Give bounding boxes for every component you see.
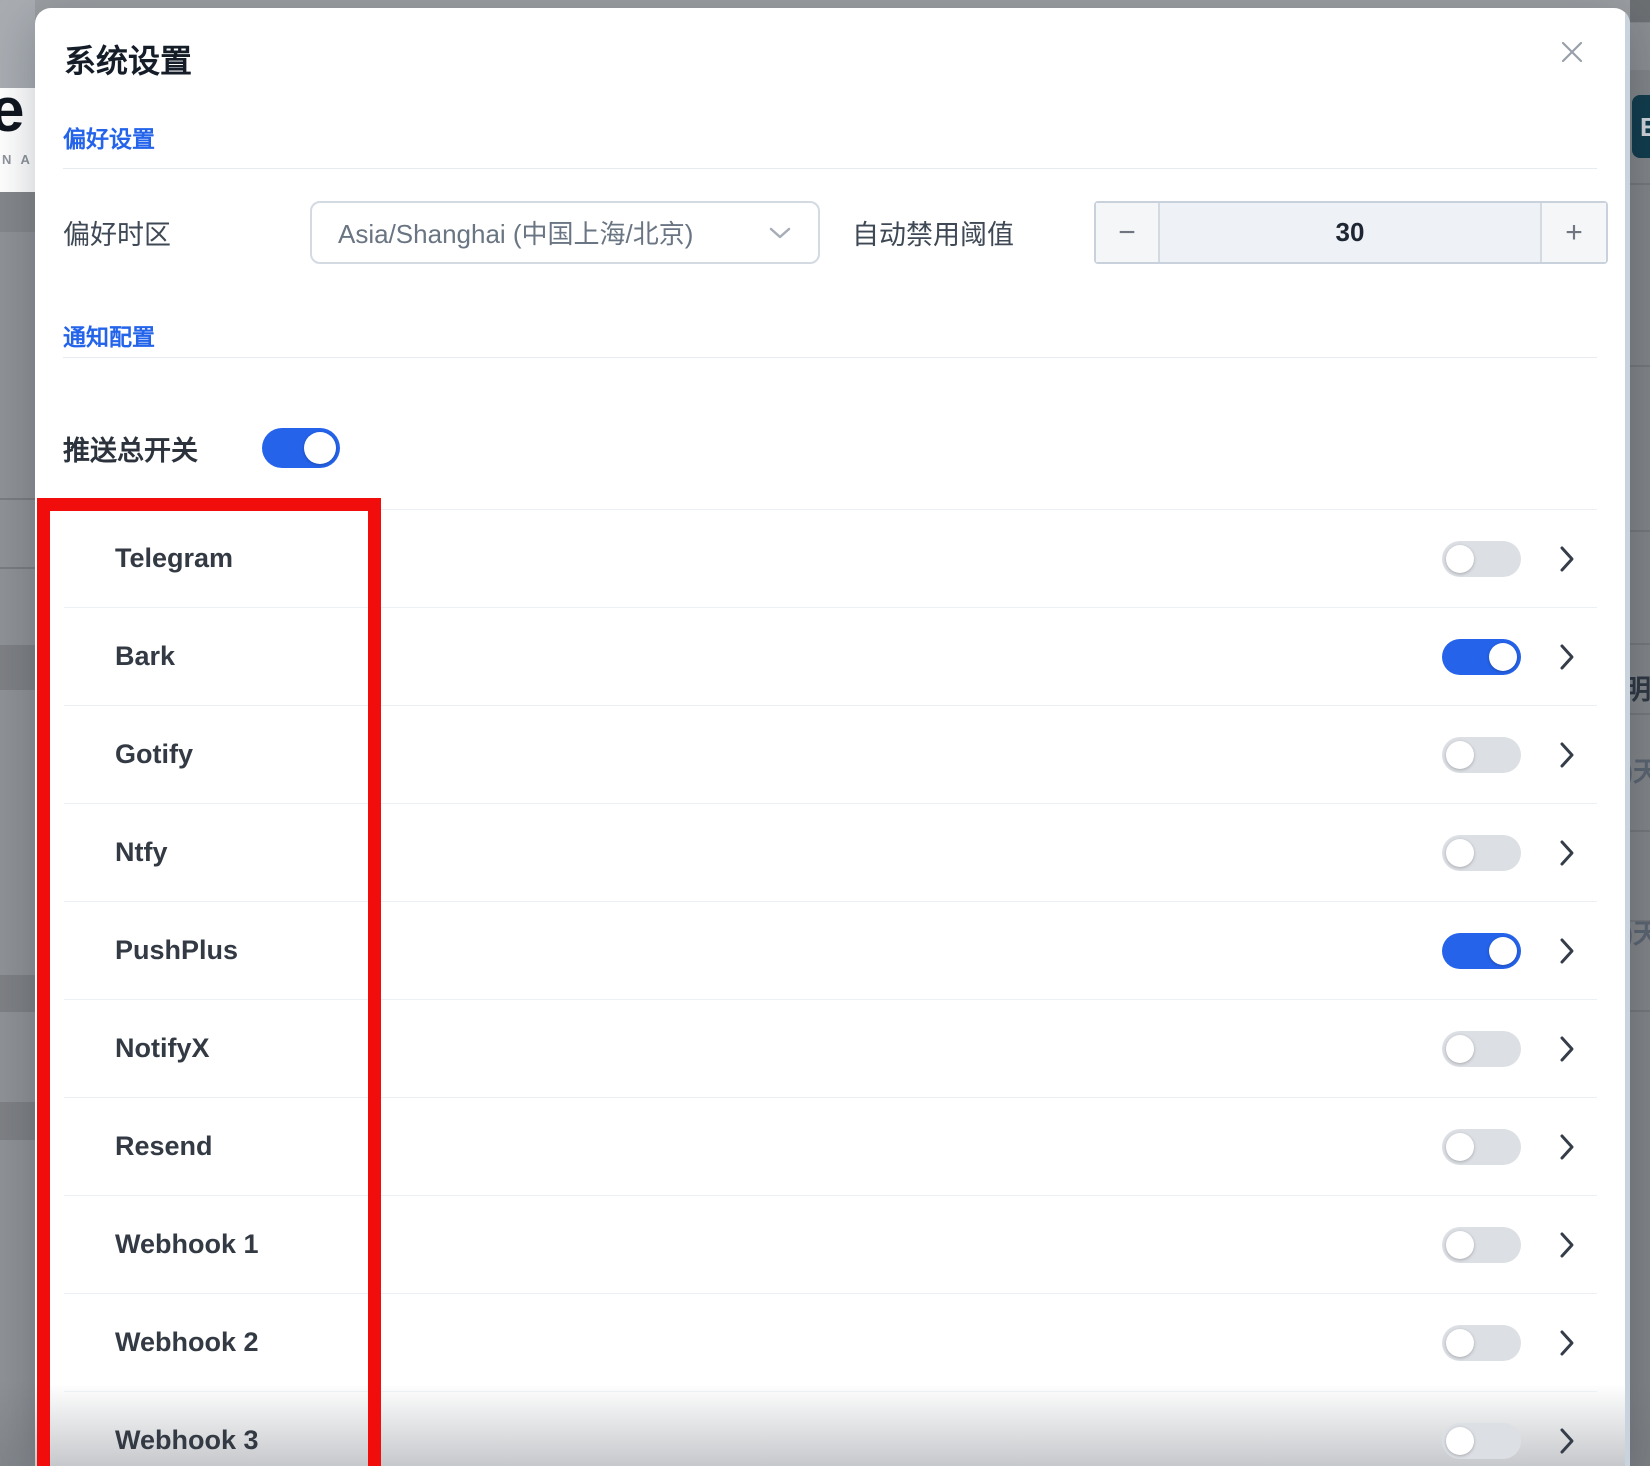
master-switch-toggle[interactable]	[262, 428, 340, 468]
channel-row: Gotify	[64, 706, 1597, 804]
toggle-knob	[1446, 1231, 1474, 1259]
toggle-knob	[1446, 545, 1474, 573]
channel-row: NotifyX	[64, 1000, 1597, 1098]
background-row-line	[1630, 530, 1650, 532]
section-divider	[63, 357, 1597, 358]
channel-toggle[interactable]	[1442, 1325, 1521, 1361]
toggle-knob	[1489, 643, 1517, 671]
toggle-knob	[1446, 1133, 1474, 1161]
channel-toggle[interactable]	[1442, 933, 1521, 969]
toggle-knob	[1446, 741, 1474, 769]
background-row-line	[1630, 643, 1650, 645]
chevron-right-icon[interactable]	[1557, 544, 1577, 574]
notification-channel-list: Telegram Bark Gotify	[64, 509, 1597, 1466]
toggle-knob	[1446, 839, 1474, 867]
master-switch-label: 推送总开关	[63, 429, 198, 468]
nav-text-fragment: N A	[2, 152, 33, 167]
background-row-line	[1630, 830, 1650, 832]
channel-toggle[interactable]	[1442, 1423, 1521, 1459]
stepper-minus-button[interactable]: −	[1096, 203, 1160, 262]
section-header-notifications: 通知配置	[63, 318, 155, 352]
channel-name: Webhook 2	[115, 1327, 259, 1358]
logo-fragment: e	[0, 80, 24, 142]
background-badge-fragment: E	[1632, 95, 1650, 158]
modal-title: 系统设置	[64, 36, 192, 82]
background-topbar-fragment	[1630, 0, 1650, 22]
modal-scrollbar[interactable]	[1625, 8, 1630, 1466]
channel-name: Ntfy	[115, 837, 168, 868]
threshold-stepper: − 30 +	[1094, 201, 1608, 264]
toggle-knob	[304, 432, 336, 464]
toggle-knob	[1446, 1035, 1474, 1063]
background-row-line	[0, 498, 35, 500]
channel-row: Webhook 1	[64, 1196, 1597, 1294]
timezone-label: 偏好时区	[63, 201, 171, 264]
channel-row: Webhook 2	[64, 1294, 1597, 1392]
background-table-header-fragment	[0, 192, 35, 232]
channel-row: Ntfy	[64, 804, 1597, 902]
chevron-right-icon[interactable]	[1557, 740, 1577, 770]
channel-name: Webhook 3	[115, 1425, 259, 1456]
stepper-plus-button[interactable]: +	[1540, 203, 1606, 262]
section-divider	[63, 168, 1597, 169]
close-icon[interactable]	[1554, 34, 1590, 70]
channel-name: Resend	[115, 1131, 213, 1162]
background-row-line	[1630, 713, 1650, 715]
channel-name: NotifyX	[115, 1033, 210, 1064]
badge-letter-fragment: E	[1640, 112, 1650, 143]
timezone-selected-value: Asia/Shanghai (中国上海/北京)	[338, 214, 693, 251]
channel-name: Bark	[115, 641, 175, 672]
section-header-preferences: 偏好设置	[63, 120, 155, 154]
channel-name: Gotify	[115, 739, 193, 770]
channel-name: Telegram	[115, 543, 233, 574]
timezone-select[interactable]: Asia/Shanghai (中国上海/北京)	[310, 201, 820, 264]
background-row-line	[1630, 365, 1650, 367]
toggle-knob	[1446, 1329, 1474, 1357]
channel-row: Telegram	[64, 510, 1597, 608]
master-switch-row: 推送总开关	[63, 428, 340, 468]
channel-toggle[interactable]	[1442, 1031, 1521, 1067]
chevron-right-icon[interactable]	[1557, 642, 1577, 672]
chevron-right-icon[interactable]	[1557, 838, 1577, 868]
channel-toggle[interactable]	[1442, 737, 1521, 773]
background-row-block	[0, 1102, 35, 1140]
channel-toggle[interactable]	[1442, 639, 1521, 675]
system-settings-modal: 系统设置 偏好设置 偏好时区 Asia/Shanghai (中国上海/北京) 自…	[35, 8, 1630, 1466]
toggle-knob	[1489, 937, 1517, 965]
channel-toggle[interactable]	[1442, 835, 1521, 871]
background-right-strip: E 明 )天 )天	[1630, 0, 1650, 1466]
chevron-right-icon[interactable]	[1557, 1132, 1577, 1162]
background-row-block	[0, 645, 35, 690]
chevron-right-icon[interactable]	[1557, 1426, 1577, 1456]
channel-row: Resend	[64, 1098, 1597, 1196]
background-row-block	[0, 975, 35, 1012]
channel-name: Webhook 1	[115, 1229, 259, 1260]
chevron-right-icon[interactable]	[1557, 1328, 1577, 1358]
toggle-knob	[1446, 1427, 1474, 1455]
background-text-fragment: )天	[1630, 912, 1650, 946]
background-text-fragment: )天	[1630, 750, 1650, 784]
background-button-fragment	[1630, 23, 1650, 70]
background-left-strip: e N A	[0, 0, 35, 1466]
background-row-line	[1630, 183, 1650, 185]
channel-toggle[interactable]	[1442, 1227, 1521, 1263]
chevron-right-icon[interactable]	[1557, 1034, 1577, 1064]
threshold-value[interactable]: 30	[1160, 203, 1540, 262]
threshold-label: 自动禁用阈值	[852, 201, 1014, 264]
preferences-row: 偏好时区 Asia/Shanghai (中国上海/北京) 自动禁用阈值 − 30…	[35, 201, 1630, 264]
channel-toggle[interactable]	[1442, 1129, 1521, 1165]
channel-row: Bark	[64, 608, 1597, 706]
channel-row: PushPlus	[64, 902, 1597, 1000]
chevron-right-icon[interactable]	[1557, 1230, 1577, 1260]
background-topbar-fragment	[0, 0, 35, 88]
background-row-line	[0, 567, 35, 569]
channel-toggle[interactable]	[1442, 541, 1521, 577]
background-row-line	[1630, 1010, 1650, 1012]
channel-row: Webhook 3	[64, 1392, 1597, 1466]
channel-name: PushPlus	[115, 935, 238, 966]
chevron-down-icon	[768, 226, 792, 240]
background-text-fragment: 明	[1630, 668, 1650, 702]
chevron-right-icon[interactable]	[1557, 936, 1577, 966]
